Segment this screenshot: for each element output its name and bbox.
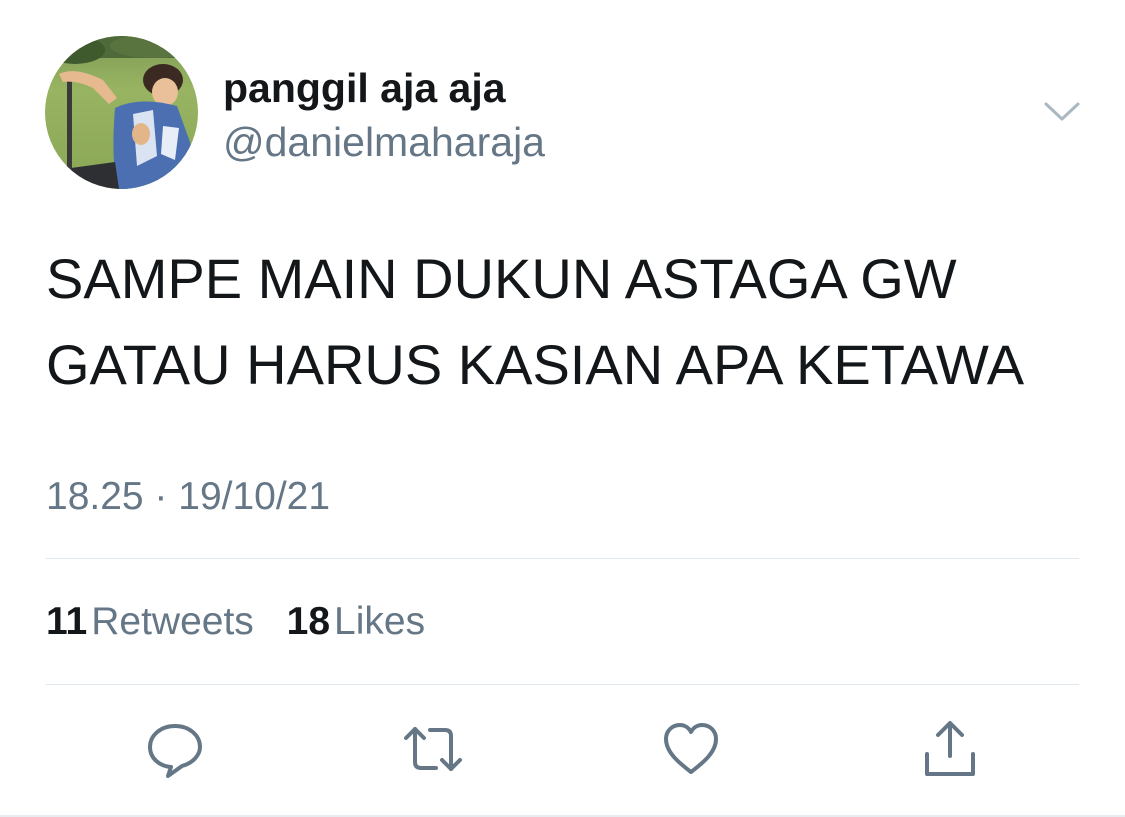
share-button[interactable]	[917, 716, 983, 782]
likes-stat[interactable]: 18 Likes	[287, 599, 425, 645]
reply-button[interactable]	[142, 716, 208, 782]
reply-icon	[148, 724, 202, 778]
likes-count: 18	[286, 600, 331, 643]
avatar[interactable]	[45, 36, 198, 189]
likes-label: Likes	[334, 600, 426, 643]
share-icon	[925, 721, 975, 776]
tweet-text: SAMPE MAIN DUKUN ASTAGA GW GATAU HARUS K…	[46, 236, 1086, 408]
like-button[interactable]	[658, 716, 724, 782]
action-bar	[0, 716, 1125, 786]
tweet-text-line: GATAU HARUS KASIAN APA KETAWA	[46, 333, 1025, 396]
tweet-text-line: SAMPE MAIN DUKUN ASTAGA GW	[46, 247, 957, 310]
engagement-stats: 11 Retweets 18 Likes	[46, 599, 447, 645]
retweet-button[interactable]	[400, 716, 466, 782]
retweets-label: Retweets	[91, 600, 254, 643]
divider	[46, 558, 1079, 559]
retweets-count: 11	[46, 600, 88, 643]
tweet-timestamp[interactable]: 18.25 · 19/10/21	[46, 474, 330, 520]
heart-icon	[664, 723, 718, 774]
retweet-icon	[404, 727, 462, 771]
author-handle[interactable]: @danielmaharaja	[223, 118, 545, 166]
avatar-photo	[45, 36, 198, 189]
chevron-down-icon[interactable]	[1038, 92, 1086, 132]
author-display-name[interactable]: panggil aja aja	[223, 64, 506, 112]
retweets-stat[interactable]: 11 Retweets	[46, 599, 254, 645]
divider	[46, 684, 1079, 685]
tweet-detail: panggil aja aja @danielmaharaja SAMPE MA…	[0, 0, 1125, 817]
